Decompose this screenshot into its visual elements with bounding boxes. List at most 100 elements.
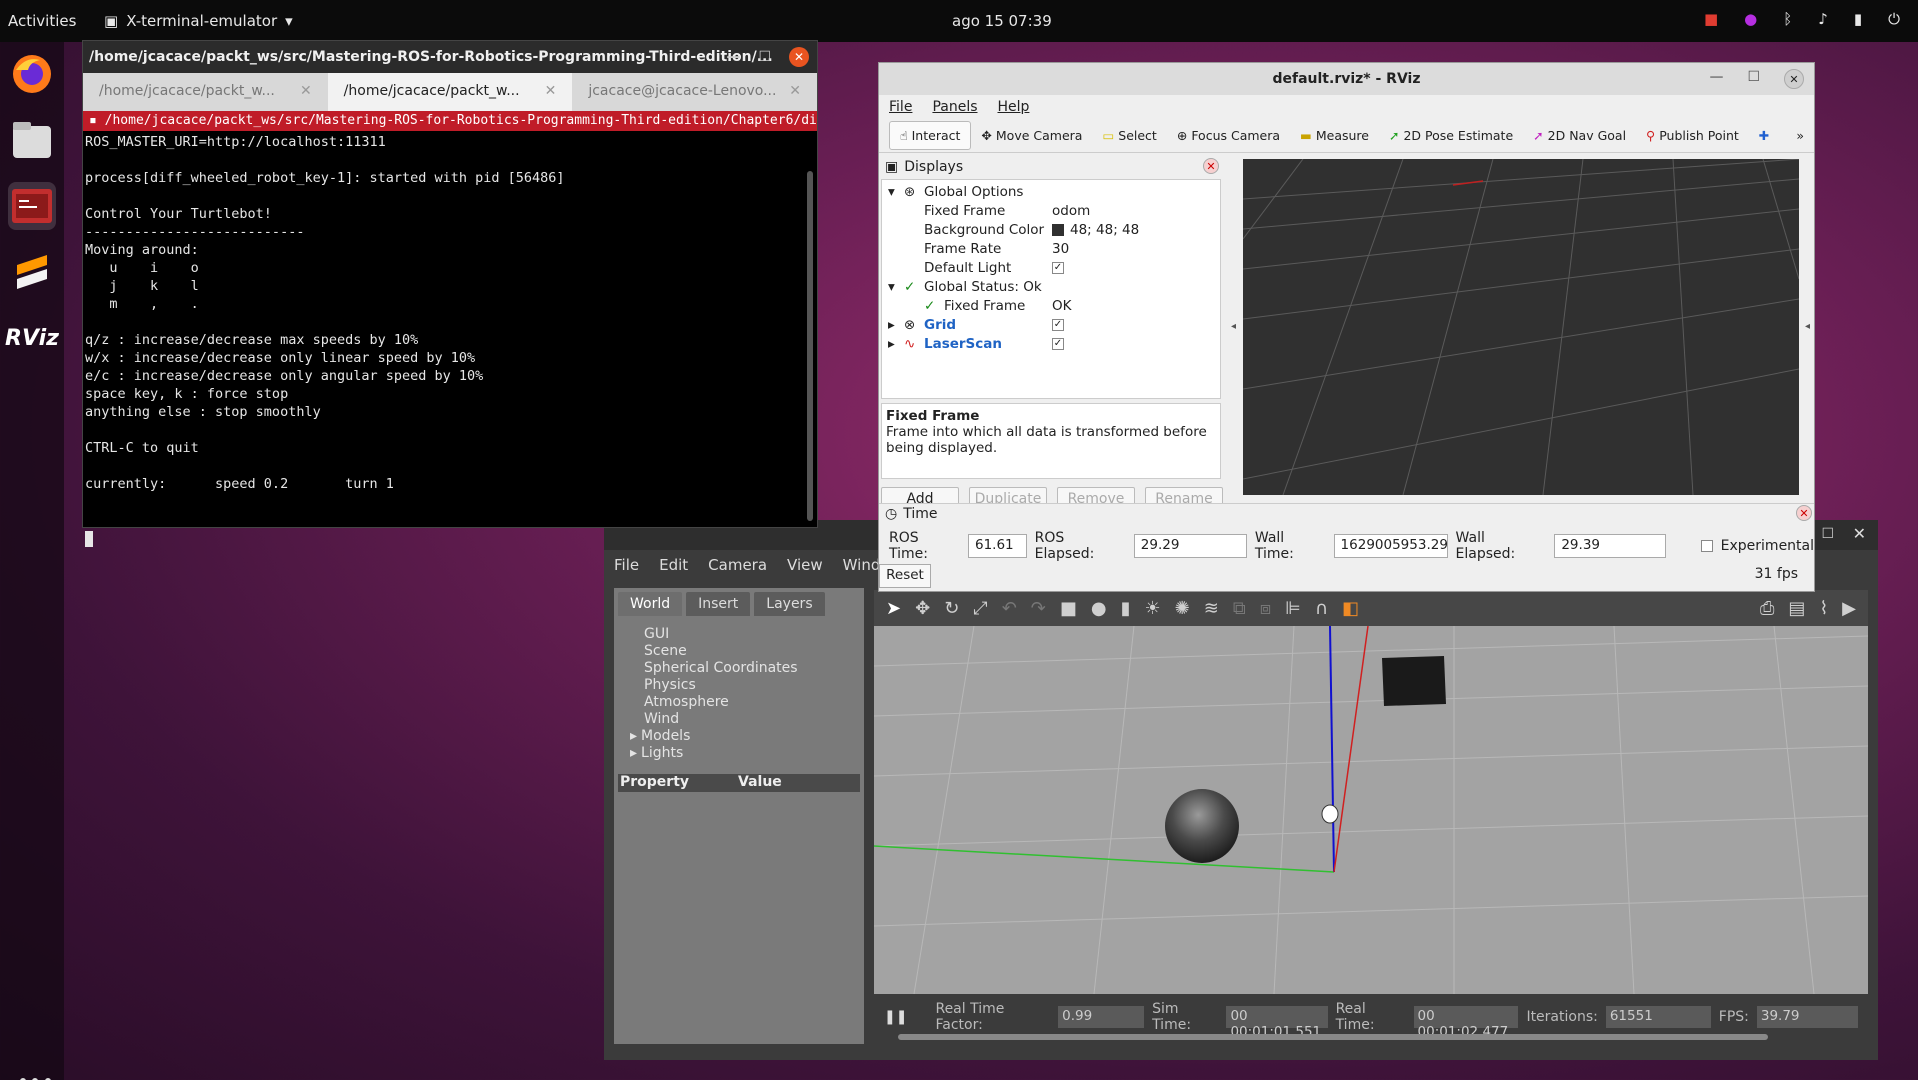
- ros-time-field[interactable]: 61.61: [967, 534, 1027, 558]
- align-icon[interactable]: ⊫: [1285, 598, 1301, 619]
- overflow-icon[interactable]: »: [1796, 128, 1804, 143]
- close-tab-icon[interactable]: ✕: [789, 83, 801, 99]
- fixed-frame-value[interactable]: odom: [1052, 203, 1090, 219]
- maximize-icon[interactable]: ☐: [758, 49, 771, 65]
- grid-checkbox[interactable]: ✓: [1052, 318, 1064, 331]
- menu-help[interactable]: Help: [998, 99, 1030, 115]
- scale-icon[interactable]: ⤢: [973, 598, 987, 619]
- tab-insert[interactable]: Insert: [686, 592, 751, 616]
- box-icon[interactable]: ■: [1060, 598, 1077, 619]
- minimize-icon[interactable]: —: [726, 49, 740, 65]
- tree-row-global-status[interactable]: ▾ ✓ Global Status: Ok: [882, 277, 1220, 296]
- minimize-icon[interactable]: —: [1709, 69, 1723, 89]
- wall-time-field[interactable]: 1629005953.29: [1333, 534, 1448, 558]
- screenshot-icon[interactable]: ⎙: [1760, 598, 1774, 619]
- files-icon[interactable]: [8, 116, 56, 164]
- maximize-icon[interactable]: ☐: [1747, 69, 1760, 89]
- tab-layers[interactable]: Layers: [754, 592, 825, 616]
- world-item-physics[interactable]: Physics: [644, 677, 834, 694]
- point-light-icon[interactable]: ☀: [1145, 598, 1161, 619]
- rviz-titlebar[interactable]: default.rviz* - RViz — ☐ ✕: [879, 63, 1814, 95]
- close-tab-icon[interactable]: ✕: [545, 83, 557, 99]
- app-menu[interactable]: ▣ X-terminal-emulator ▾: [104, 12, 293, 30]
- menu-camera[interactable]: Camera: [708, 556, 767, 574]
- laserscan-checkbox[interactable]: ✓: [1052, 337, 1064, 350]
- paste-icon[interactable]: ⧈: [1260, 598, 1271, 619]
- tool-interact[interactable]: ☝ Interact: [889, 121, 972, 150]
- world-item-scene[interactable]: Scene: [644, 643, 834, 660]
- terminal-tab-1[interactable]: /home/jcacace/packt_w... ✕: [83, 73, 328, 111]
- world-item-lights[interactable]: ▸ Lights: [630, 745, 834, 762]
- close-panel-icon[interactable]: ✕: [1203, 158, 1219, 174]
- translate-icon[interactable]: ✥: [915, 598, 930, 619]
- system-tray[interactable]: ■ ● ᛒ ♪ ▮ ⏻: [1704, 10, 1900, 28]
- terminal-tab-2[interactable]: /home/jcacace/packt_w... ✕: [327, 73, 573, 111]
- sublime-icon[interactable]: [8, 248, 56, 296]
- tool-publish-point[interactable]: ⚲ Publish Point: [1636, 122, 1749, 149]
- maximize-icon[interactable]: ☐: [1821, 526, 1834, 542]
- pause-icon[interactable]: ❚❚: [884, 1009, 907, 1025]
- tree-row-default-light[interactable]: Default Light ✓: [882, 258, 1220, 277]
- collapse-arrow-icon[interactable]: ▾: [888, 279, 895, 295]
- close-icon[interactable]: ✕: [1853, 524, 1866, 543]
- terminal-scrollbar[interactable]: [807, 171, 813, 521]
- world-item-gui[interactable]: GUI: [644, 626, 834, 643]
- experimental-checkbox[interactable]: [1700, 540, 1713, 552]
- tool-measure[interactable]: ▬ Measure: [1290, 122, 1379, 149]
- tool-select[interactable]: ▭ Select: [1092, 122, 1166, 149]
- default-light-checkbox[interactable]: ✓: [1052, 261, 1064, 274]
- directional-light-icon[interactable]: ≋: [1204, 598, 1219, 619]
- video-record-icon[interactable]: ▶: [1842, 598, 1856, 619]
- terminal-titlebar[interactable]: /home/jcacace/packt_ws/src/Mastering-ROS…: [83, 41, 817, 73]
- ros-elapsed-field[interactable]: 29.29: [1133, 534, 1247, 558]
- clock[interactable]: ago 15 07:39: [952, 12, 1052, 30]
- select-arrow-icon[interactable]: ➤: [886, 598, 901, 619]
- tree-row-grid[interactable]: ▸ ⊗ Grid ✓: [882, 315, 1220, 334]
- tree-row-status-fixed-frame[interactable]: ✓ Fixed Frame OK: [882, 296, 1220, 315]
- add-tool-button[interactable]: ✚: [1749, 122, 1779, 149]
- undo-icon[interactable]: ↶: [1002, 598, 1017, 619]
- horizontal-scrollbar[interactable]: [898, 1034, 1768, 1040]
- redo-icon[interactable]: ↷: [1031, 598, 1046, 619]
- rotate-icon[interactable]: ↻: [944, 598, 959, 619]
- collapse-arrow-icon[interactable]: ▾: [888, 184, 895, 200]
- bg-color-value[interactable]: 48; 48; 48: [1070, 222, 1139, 238]
- firefox-icon[interactable]: [8, 50, 56, 98]
- cylinder-icon[interactable]: ▮: [1121, 598, 1131, 619]
- spot-light-icon[interactable]: ✺: [1175, 598, 1190, 619]
- tab-world[interactable]: World: [618, 592, 683, 616]
- snap-icon[interactable]: ∩: [1315, 598, 1328, 619]
- tool-2d-nav-goal[interactable]: ➚ 2D Nav Goal: [1523, 122, 1636, 149]
- tree-row-frame-rate[interactable]: Frame Rate 30: [882, 239, 1220, 258]
- menu-file[interactable]: File: [614, 556, 639, 574]
- gazebo-3d-view[interactable]: [874, 626, 1868, 994]
- close-tab-icon[interactable]: ✕: [300, 83, 312, 99]
- wall-elapsed-field[interactable]: 29.39: [1554, 534, 1666, 558]
- close-icon[interactable]: ✕: [1784, 69, 1804, 89]
- tool-focus-camera[interactable]: ⊕ Focus Camera: [1167, 122, 1290, 149]
- color-swatch[interactable]: [1052, 223, 1064, 236]
- world-item-wind[interactable]: Wind: [644, 711, 834, 728]
- menu-view[interactable]: View: [787, 556, 823, 574]
- tool-2d-pose[interactable]: ➚ 2D Pose Estimate: [1379, 122, 1523, 149]
- menu-edit[interactable]: Edit: [659, 556, 688, 574]
- close-icon[interactable]: ✕: [789, 47, 809, 67]
- world-item-atmosphere[interactable]: Atmosphere: [644, 694, 834, 711]
- expand-arrow-icon[interactable]: ▸: [888, 336, 895, 352]
- terminal-output[interactable]: ROS_MASTER_URI=http://localhost:11311 pr…: [83, 131, 817, 495]
- close-panel-icon[interactable]: ✕: [1796, 505, 1812, 521]
- sphere-icon[interactable]: ●: [1091, 598, 1107, 619]
- view-angle-icon[interactable]: ◧: [1342, 598, 1359, 619]
- world-item-models[interactable]: ▸ Models: [630, 728, 834, 745]
- log-icon[interactable]: ▤: [1788, 598, 1805, 619]
- reset-button[interactable]: Reset: [879, 564, 931, 588]
- activities-button[interactable]: Activities: [8, 12, 76, 30]
- expand-arrow-icon[interactable]: ▸: [888, 317, 895, 333]
- rviz-3d-view[interactable]: [1243, 159, 1799, 495]
- tree-row-global-options[interactable]: ▾ ⊛ Global Options: [882, 182, 1220, 201]
- tool-move-camera[interactable]: ✥ Move Camera: [971, 122, 1092, 149]
- collapse-left-icon[interactable]: ◂: [1231, 321, 1236, 332]
- terminal-icon[interactable]: [8, 182, 56, 230]
- tree-row-fixed-frame[interactable]: Fixed Frame odom: [882, 201, 1220, 220]
- world-item-spherical[interactable]: Spherical Coordinates: [644, 660, 834, 677]
